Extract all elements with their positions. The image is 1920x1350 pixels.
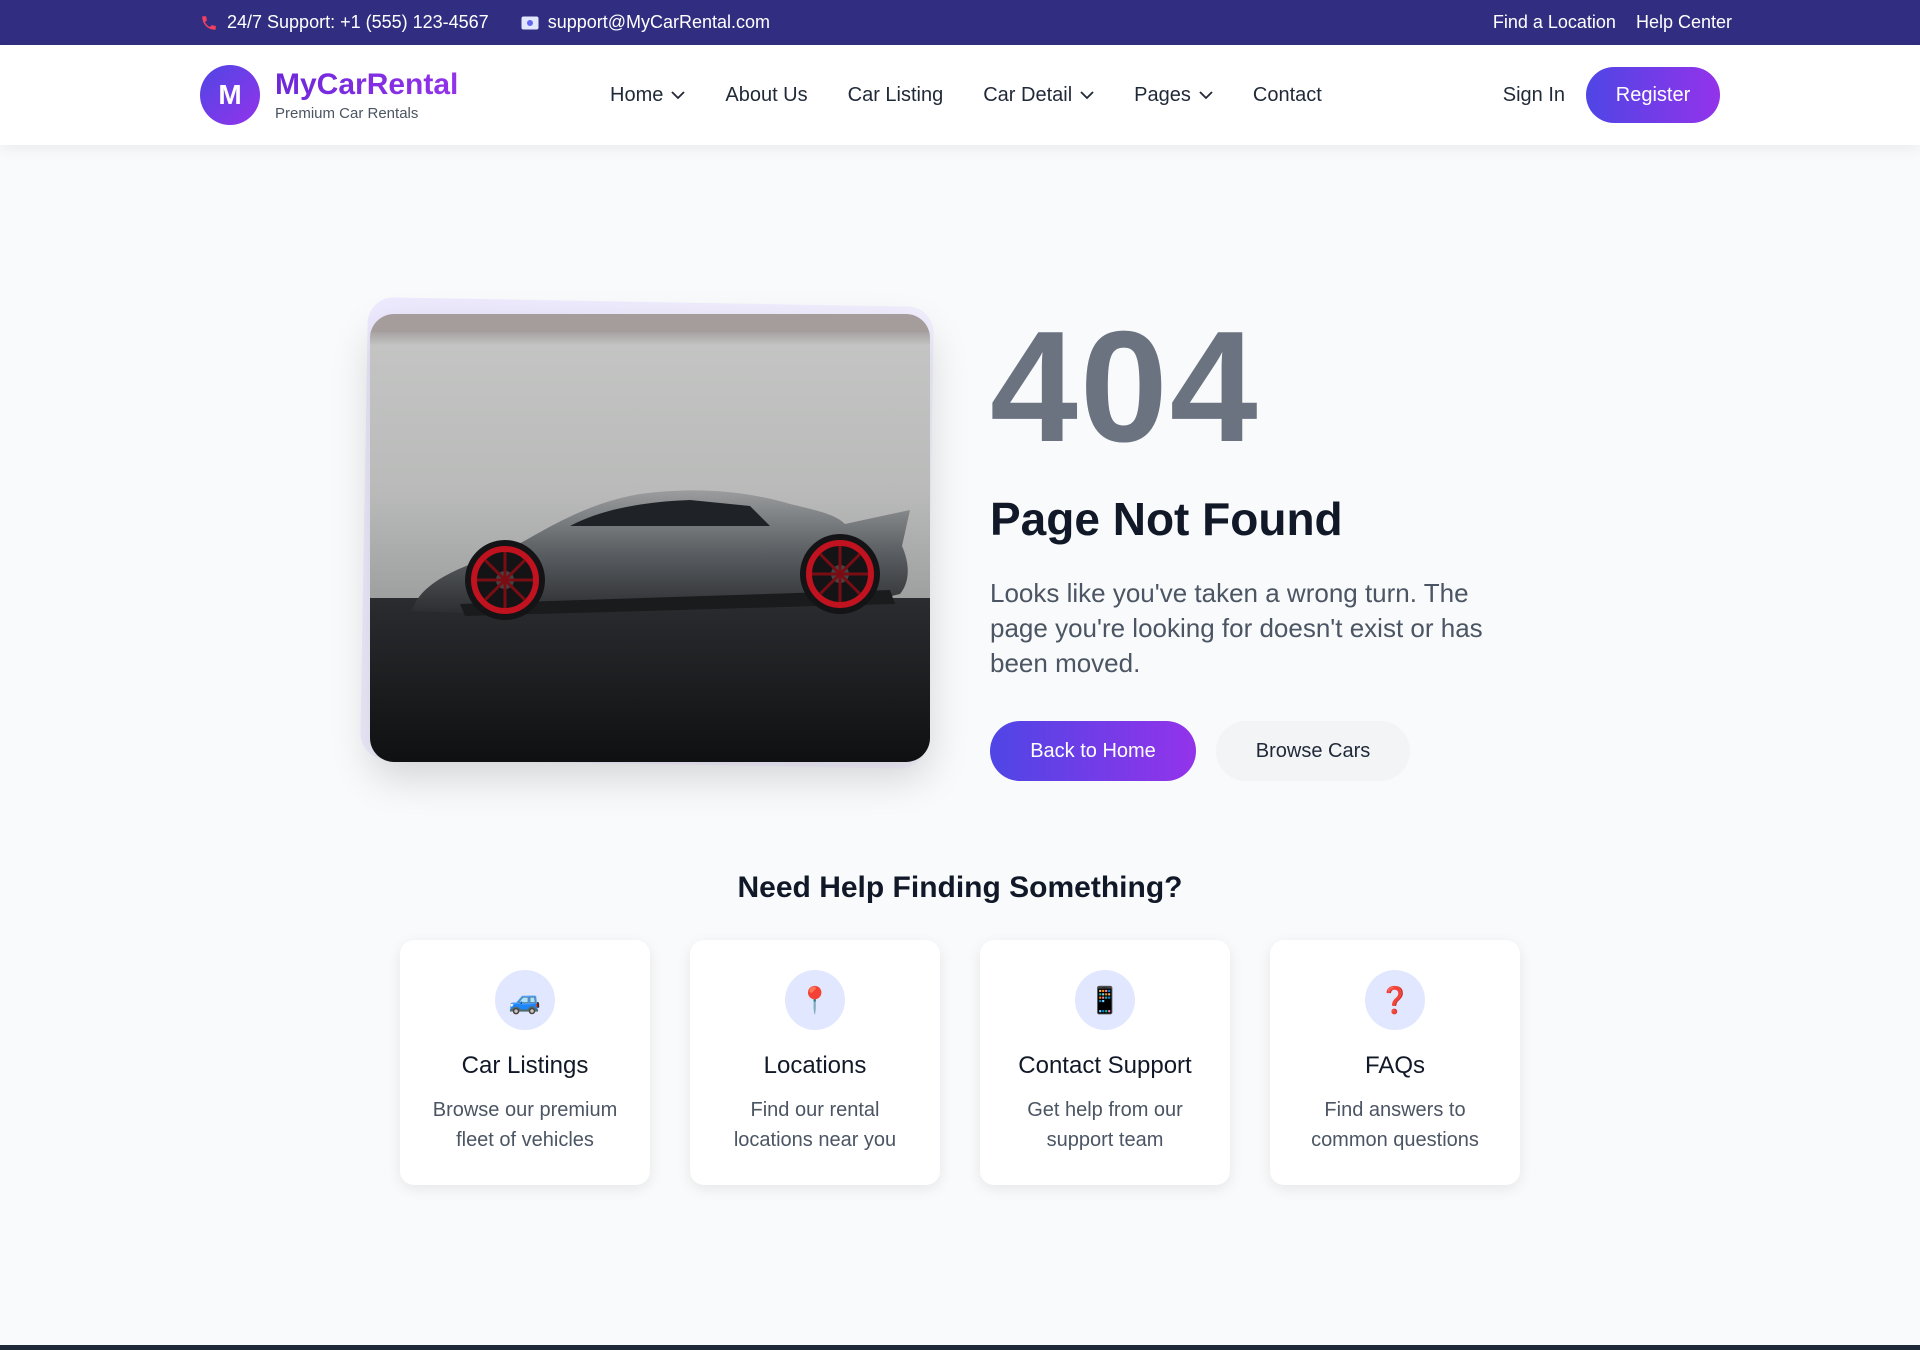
faqs-card[interactable]: ❓ FAQs Find answers to common questions [1270, 940, 1520, 1185]
error-actions: Back to Home Browse Cars [990, 721, 1550, 781]
brand-tagline: Premium Car Rentals [275, 105, 419, 122]
pin-icon: 📍 [785, 970, 845, 1030]
browse-cars-button[interactable]: Browse Cars [1216, 721, 1410, 781]
hero-image-frame [360, 297, 934, 769]
logo-badge: M [200, 65, 260, 125]
error-text-column: 404 Page Not Found Looks like you've tak… [990, 308, 1550, 781]
nav-car-listing-label: Car Listing [847, 83, 944, 106]
top-info-bar: 24/7 Support: +1 (555) 123-4567 support@… [0, 0, 1920, 45]
locations-card[interactable]: 📍 Locations Find our rental locations ne… [690, 940, 940, 1185]
nav-car-detail[interactable]: Car Detail [983, 84, 1094, 107]
error-title: Page Not Found [990, 493, 1343, 545]
register-button[interactable]: Register [1586, 67, 1720, 123]
nav-car-detail-label: Car Detail [983, 83, 1073, 106]
card-title: Car Listings [461, 1052, 589, 1079]
chevron-down-icon [1080, 90, 1094, 99]
nav-home-label: Home [610, 83, 664, 106]
card-description: Find our rental locations near you [733, 1099, 897, 1151]
error-hero: 404 Page Not Found Looks like you've tak… [360, 297, 1550, 781]
car-listings-card[interactable]: 🚙 Car Listings Browse our premium fleet … [400, 940, 650, 1185]
nav-pages-label: Pages [1134, 83, 1191, 106]
front-wheel [465, 540, 545, 620]
error-code: 404 [990, 299, 1260, 475]
main-nav: Home About Us Car Listing Car Detail Pag… [610, 84, 1503, 107]
footer-edge [0, 1345, 1920, 1350]
support-phone[interactable]: 24/7 Support: +1 (555) 123-4567 [200, 12, 489, 33]
sign-in-link[interactable]: Sign In [1503, 84, 1565, 107]
support-text: 24/7 Support: +1 (555) 123-4567 [227, 12, 489, 32]
chevron-down-icon [1199, 90, 1213, 99]
support-email[interactable]: support@MyCarRental.com [521, 12, 770, 33]
contact-support-card[interactable]: 📱 Contact Support Get help from our supp… [980, 940, 1230, 1185]
email-text: support@MyCarRental.com [547, 12, 771, 32]
nav-car-listing[interactable]: Car Listing [848, 84, 944, 107]
card-description: Find answers to common questions [1311, 1099, 1479, 1151]
card-description: Get help from our support team [1027, 1099, 1183, 1151]
card-title: Contact Support [1018, 1052, 1192, 1079]
help-cards: 🚙 Car Listings Browse our premium fleet … [400, 940, 1520, 1185]
chevron-down-icon [671, 90, 685, 99]
email-icon [521, 16, 539, 29]
rear-wheel [800, 534, 880, 614]
nav-home[interactable]: Home [610, 84, 685, 107]
logo[interactable]: M MyCarRental Premium Car Rentals [200, 65, 610, 125]
find-location-link[interactable]: Find a Location [1493, 12, 1616, 33]
auth-area: Sign In Register [1503, 67, 1720, 123]
help-center-link[interactable]: Help Center [1636, 12, 1732, 33]
question-icon: ❓ [1365, 970, 1425, 1030]
car-icon: 🚙 [495, 970, 555, 1030]
nav-about[interactable]: About Us [725, 84, 807, 107]
back-to-home-button[interactable]: Back to Home [990, 721, 1196, 781]
phone-icon [202, 15, 216, 30]
card-description: Browse our premium fleet of vehicles [432, 1099, 618, 1151]
nav-contact-label: Contact [1252, 83, 1322, 106]
nav-about-label: About Us [725, 83, 808, 106]
card-title: Locations [763, 1052, 867, 1079]
main-header: M MyCarRental Premium Car Rentals Home A… [0, 45, 1920, 145]
nav-pages[interactable]: Pages [1134, 84, 1213, 107]
error-description: Looks like you've taken a wrong turn. Th… [990, 578, 1483, 678]
brand-name: MyCarRental [275, 68, 459, 101]
phone-device-icon: 📱 [1075, 970, 1135, 1030]
nav-contact[interactable]: Contact [1253, 84, 1322, 107]
help-section-title: Need Help Finding Something? [737, 871, 1183, 904]
sports-car-image [370, 314, 930, 762]
card-title: FAQs [1364, 1052, 1425, 1079]
